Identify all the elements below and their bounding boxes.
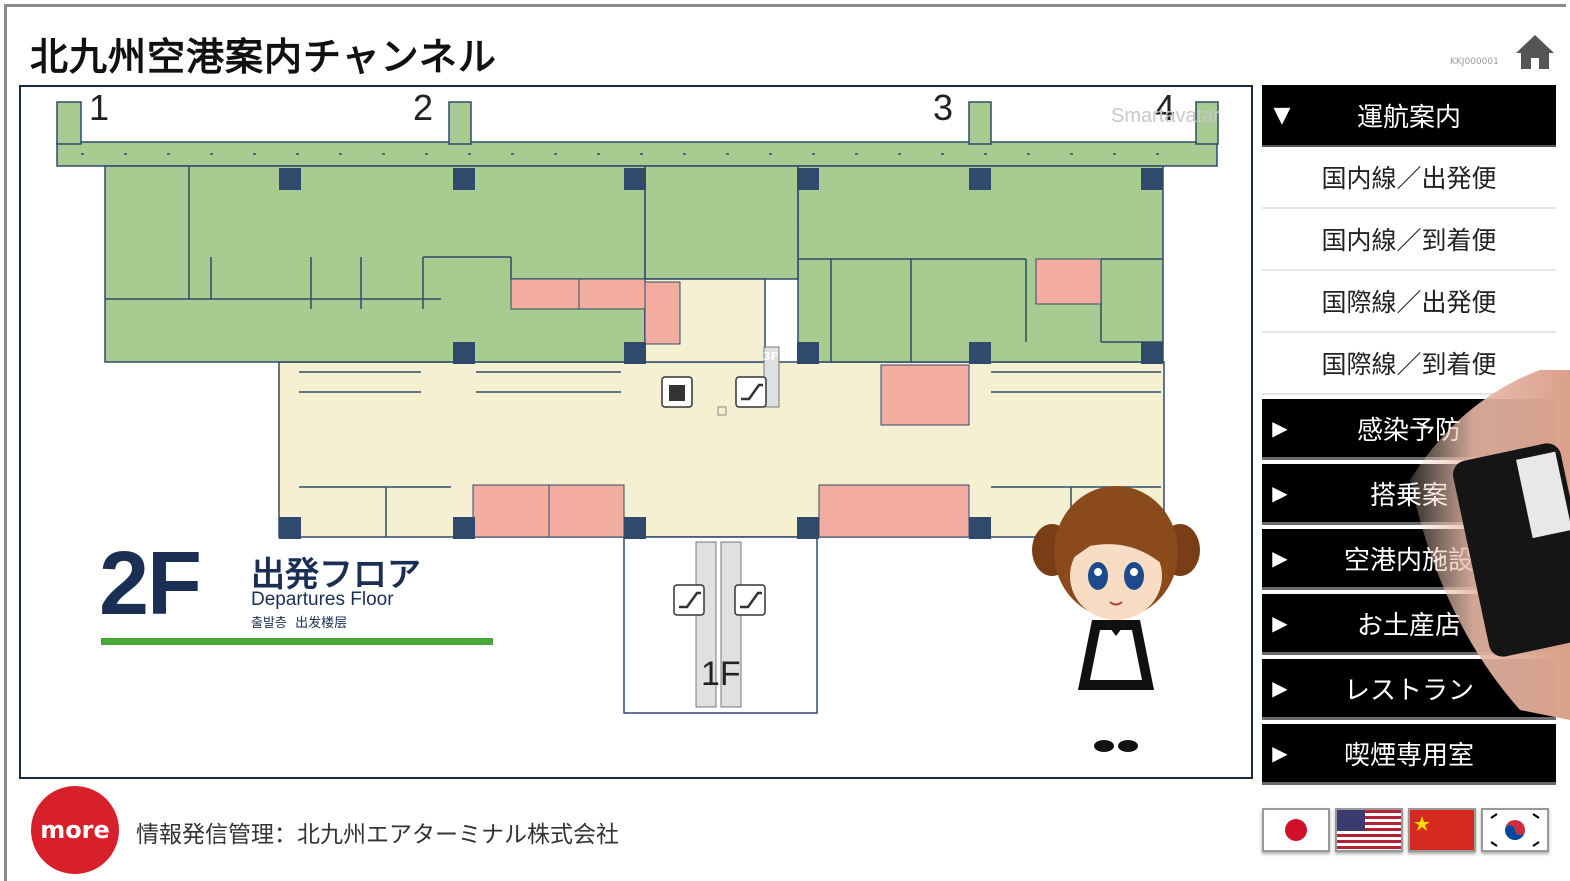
kiosk-id: KKJ000001 — [1450, 57, 1499, 67]
language-selector — [1262, 808, 1549, 852]
us-flag-icon — [1337, 810, 1401, 850]
menu-souvenir-shops[interactable]: ▶ お土産店 — [1262, 594, 1556, 655]
japanese-flag-button[interactable] — [1262, 808, 1330, 852]
english-flag-button[interactable] — [1335, 808, 1403, 852]
japan-flag-icon — [1285, 819, 1307, 841]
flight-info-header[interactable]: ▼ 運航案内 — [1262, 85, 1556, 147]
floor-code: 2F — [99, 534, 202, 634]
upper-floor-tag: 3F — [763, 350, 779, 363]
home-icon — [1516, 35, 1554, 69]
watermark: Smartavatar — [1111, 105, 1220, 127]
home-button[interactable] — [1514, 32, 1556, 72]
triangle-right-icon: ▶ — [1272, 741, 1288, 765]
menu-restaurants[interactable]: ▶ レストラン — [1262, 659, 1556, 720]
escalator-icon-upper — [735, 376, 767, 408]
domestic-departures-item[interactable]: 国内線／出発便 — [1262, 147, 1556, 209]
triangle-right-icon: ▶ — [1272, 611, 1288, 635]
chinese-flag-button[interactable] — [1408, 808, 1476, 852]
office-block-west — [104, 165, 646, 363]
triangle-down-icon: ▼ — [1273, 102, 1291, 128]
floor-underline — [101, 638, 493, 645]
domestic-arrivals-item[interactable]: 国内線／到着便 — [1262, 209, 1556, 271]
international-departures-item[interactable]: 国際線／出発便 — [1262, 271, 1556, 333]
korea-flag-icon — [1490, 813, 1540, 847]
gate-number-3: 3 — [933, 87, 954, 128]
menu-boarding-guide[interactable]: ▶ 搭乗案 — [1262, 464, 1556, 525]
china-flag-icon — [1414, 816, 1430, 831]
gate-number-2: 2 — [413, 87, 434, 128]
escalator-icon-left — [673, 584, 705, 616]
menu-smoking-room[interactable]: ▶ 喫煙専用室 — [1262, 724, 1556, 785]
triangle-right-icon: ▶ — [1272, 416, 1288, 440]
menu-airport-facilities[interactable]: ▶ 空港内施設 — [1262, 529, 1556, 590]
floor-name-sub: 출발층 出发楼层 — [251, 616, 348, 631]
triangle-right-icon: ▶ — [1272, 546, 1288, 570]
operator-text: 情報発信管理：北九州エアターミナル株式会社 — [136, 822, 619, 848]
page-title: 北九州空港案内チャンネル — [30, 35, 497, 79]
more-button[interactable]: more — [31, 786, 119, 874]
elevator-icon — [661, 376, 693, 408]
top-corridor — [56, 141, 1218, 167]
menu-infection-prevention[interactable]: ▶ 感染予防 — [1262, 399, 1556, 460]
side-menu: ▼ 運航案内 国内線／出発便 国内線／到着便 国際線／出発便 国際線／到着便 ▶… — [1262, 85, 1556, 785]
international-arrivals-item[interactable]: 国際線／到着便 — [1262, 333, 1556, 395]
triangle-right-icon: ▶ — [1272, 676, 1288, 700]
gate-number-1: 1 — [89, 87, 110, 128]
lower-floor-tag: 1F — [701, 655, 741, 693]
triangle-right-icon: ▶ — [1272, 481, 1288, 505]
korean-flag-button[interactable] — [1481, 808, 1549, 852]
avatar-character — [1032, 486, 1200, 752]
escalator-icon-right — [734, 584, 766, 616]
office-block-east — [797, 165, 1164, 363]
floor-name-en: Departures Floor — [251, 589, 394, 610]
